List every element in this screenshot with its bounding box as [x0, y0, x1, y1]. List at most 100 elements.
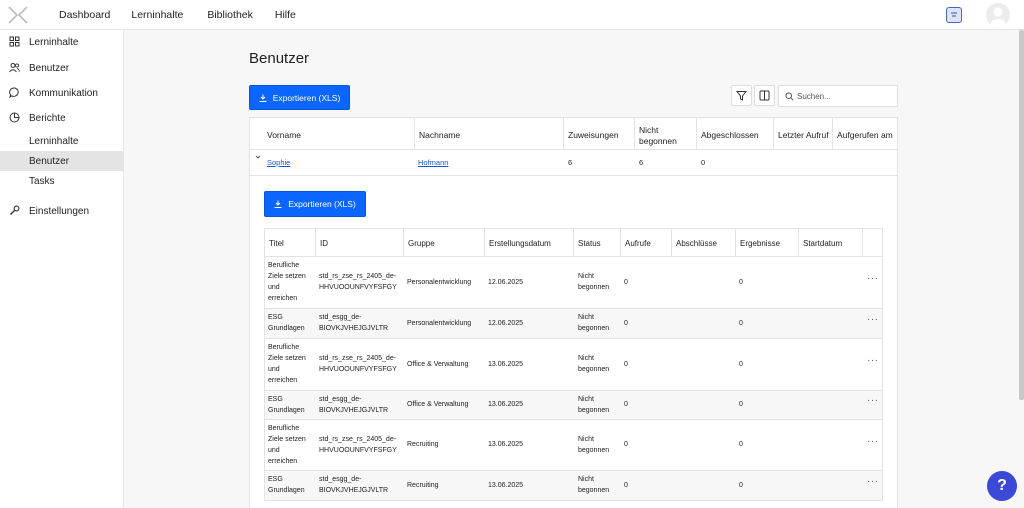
- row-id: std_esgg_de- BIOVKJVHEJGJVLTR: [319, 470, 388, 500]
- top-bar: Dashboard Lerninhalte Bibliothek Hilfe: [0, 0, 1024, 30]
- row-more-icon[interactable]: ···: [867, 273, 879, 284]
- sidebar-item-lerninhalte[interactable]: Lerninhalte: [0, 32, 124, 52]
- nav-bibliothek[interactable]: Bibliothek: [207, 9, 253, 21]
- id-line: HHVUOOUNFVYFSFGY: [319, 446, 397, 454]
- col-header-letzter-aufruf[interactable]: Letzter Aufruf: [774, 118, 833, 149]
- col-header-vorname[interactable]: Vorname: [250, 118, 415, 149]
- nav-hilfe[interactable]: Hilfe: [275, 9, 296, 21]
- sidebar-subitem-label: Tasks: [29, 175, 55, 187]
- export-xls-label: Exportieren (XLS): [272, 92, 341, 103]
- sidebar-subitem-tasks[interactable]: Tasks: [0, 171, 124, 191]
- page-title: Benutzer: [249, 50, 310, 67]
- id-line: std_rs_zse_rs_2405_de-: [319, 355, 397, 362]
- row-ergebnisse: 0: [739, 278, 743, 286]
- col-header-nachname[interactable]: Nachname: [415, 118, 564, 149]
- user-firstname-link[interactable]: Sophie: [267, 158, 290, 167]
- row-more-icon[interactable]: ···: [867, 476, 879, 487]
- search-icon: [785, 92, 794, 101]
- users-icon: [9, 63, 20, 73]
- user-abgeschlossen: 0: [701, 158, 706, 167]
- help-button[interactable]: ?: [987, 471, 1017, 501]
- col-header-erstellungsdatum[interactable]: Erstellungsdatum: [485, 229, 574, 257]
- sidebar-item-berichte[interactable]: Berichte: [0, 108, 124, 128]
- row-datum: 13.06.2025: [488, 481, 524, 489]
- titel-line: erreichen: [268, 457, 298, 465]
- titel-line: ESG: [268, 314, 283, 321]
- nav-dashboard[interactable]: Dashboard: [59, 9, 110, 21]
- avatar[interactable]: [986, 3, 1010, 27]
- titel-line: erreichen: [268, 295, 298, 302]
- row-ergebnisse: 0: [739, 401, 743, 408]
- row-datum: 13.06.2025: [488, 441, 524, 448]
- sidebar-item-benutzer[interactable]: Benutzer: [0, 58, 124, 78]
- detail-export-xls-label: Exportieren (XLS): [288, 199, 356, 209]
- search-input[interactable]: [797, 89, 893, 104]
- col-header-abschluesse[interactable]: Abschlüsse: [672, 229, 736, 257]
- nav-lerninhalte[interactable]: Lerninhalte: [131, 9, 183, 21]
- status-line: begonnen: [578, 406, 610, 414]
- notification-button[interactable]: [946, 7, 962, 23]
- id-line: BIOVKJVHEJGJVLTR: [319, 325, 389, 332]
- sidebar-item-einstellungen[interactable]: Einstellungen: [0, 201, 124, 221]
- export-xls-button[interactable]: Exportieren (XLS): [249, 85, 350, 110]
- row-more-icon[interactable]: ···: [867, 355, 879, 366]
- scrollbar[interactable]: [1019, 30, 1024, 400]
- chevron-down-icon[interactable]: [255, 154, 261, 160]
- row-titel: ESG Grundlagen: [268, 390, 305, 419]
- row-more-icon[interactable]: ···: [867, 395, 879, 406]
- col-header-zuweisungen[interactable]: Zuweisungen: [564, 118, 635, 149]
- user-lastname-link[interactable]: Hofmann: [418, 158, 448, 167]
- sidebar-item-label: Berichte: [29, 112, 66, 124]
- titel-line: erreichen: [268, 377, 298, 384]
- col-header-gruppe[interactable]: Gruppe: [404, 229, 485, 257]
- status-line: Nicht: [578, 395, 594, 403]
- sidebar-item-kommunikation[interactable]: Kommunikation: [0, 83, 124, 103]
- search-box[interactable]: [778, 85, 898, 107]
- row-datum: 12.06.2025: [488, 278, 524, 286]
- col-header-abgeschlossen[interactable]: Abgeschlossen: [697, 118, 774, 149]
- download-icon: [274, 200, 282, 208]
- sidebar-subitem-lerninhalte[interactable]: Lerninhalte: [0, 131, 124, 151]
- titel-line: Ziele setzen: [268, 435, 306, 443]
- row-aufrufe: 0: [624, 481, 628, 489]
- row-status: Nicht begonnen: [578, 308, 609, 338]
- row-titel: ESG Grundlagen: [268, 470, 305, 500]
- titel-line: Grundlagen: [268, 406, 305, 414]
- col-header-id[interactable]: ID: [316, 229, 404, 257]
- logo-icon[interactable]: [8, 6, 28, 24]
- sidebar-subitem-benutzer[interactable]: Benutzer: [0, 151, 124, 171]
- titel-line: Grundlagen: [268, 325, 305, 332]
- row-ergebnisse: 0: [739, 360, 743, 368]
- id-line: HHVUOOUNFVYFSFGY: [319, 284, 397, 291]
- id-line: BIOVKJVHEJGJVLTR: [319, 406, 389, 414]
- columns-button[interactable]: [754, 85, 775, 106]
- col-header-status[interactable]: Status: [574, 229, 621, 257]
- id-line: BIOVKJVHEJGJVLTR: [319, 487, 389, 494]
- row-aufrufe: 0: [624, 441, 628, 448]
- top-nav: Dashboard Lerninhalte Bibliothek Hilfe: [59, 9, 316, 21]
- detail-export-xls-button[interactable]: Exportieren (XLS): [264, 191, 366, 217]
- titel-line: Berufliche: [268, 262, 300, 269]
- col-header-aufgerufen-am[interactable]: Aufgerufen am: [833, 118, 899, 149]
- col-header-titel[interactable]: Titel: [265, 229, 316, 257]
- status-line: begonnen: [578, 487, 610, 494]
- row-ergebnisse: 0: [739, 481, 743, 489]
- col-header-startdatum[interactable]: Startdatum: [799, 229, 863, 257]
- col-header-aufrufe[interactable]: Aufrufe: [621, 229, 672, 257]
- col-header-nicht-begonnen[interactable]: Nicht begonnen: [635, 118, 697, 149]
- titel-line: Berufliche: [268, 424, 300, 432]
- filter-button[interactable]: [731, 85, 752, 106]
- status-line: begonnen: [578, 284, 610, 291]
- download-icon: [259, 94, 267, 102]
- row-ergebnisse: 0: [739, 319, 743, 327]
- row-gruppe: Office & Verwaltung: [407, 360, 469, 368]
- col-header-ergebnisse[interactable]: Ergebnisse: [736, 229, 799, 257]
- wrench-icon: [10, 205, 20, 215]
- id-line: HHVUOOUNFVYFSFGY: [319, 366, 397, 373]
- filter-icon: [736, 91, 747, 101]
- row-gruppe: Office & Verwaltung: [407, 401, 469, 408]
- row-more-icon[interactable]: ···: [867, 314, 879, 325]
- row-more-icon[interactable]: ···: [867, 436, 879, 447]
- sidebar-item-label: Benutzer: [29, 62, 70, 74]
- chat-icon: [9, 87, 19, 98]
